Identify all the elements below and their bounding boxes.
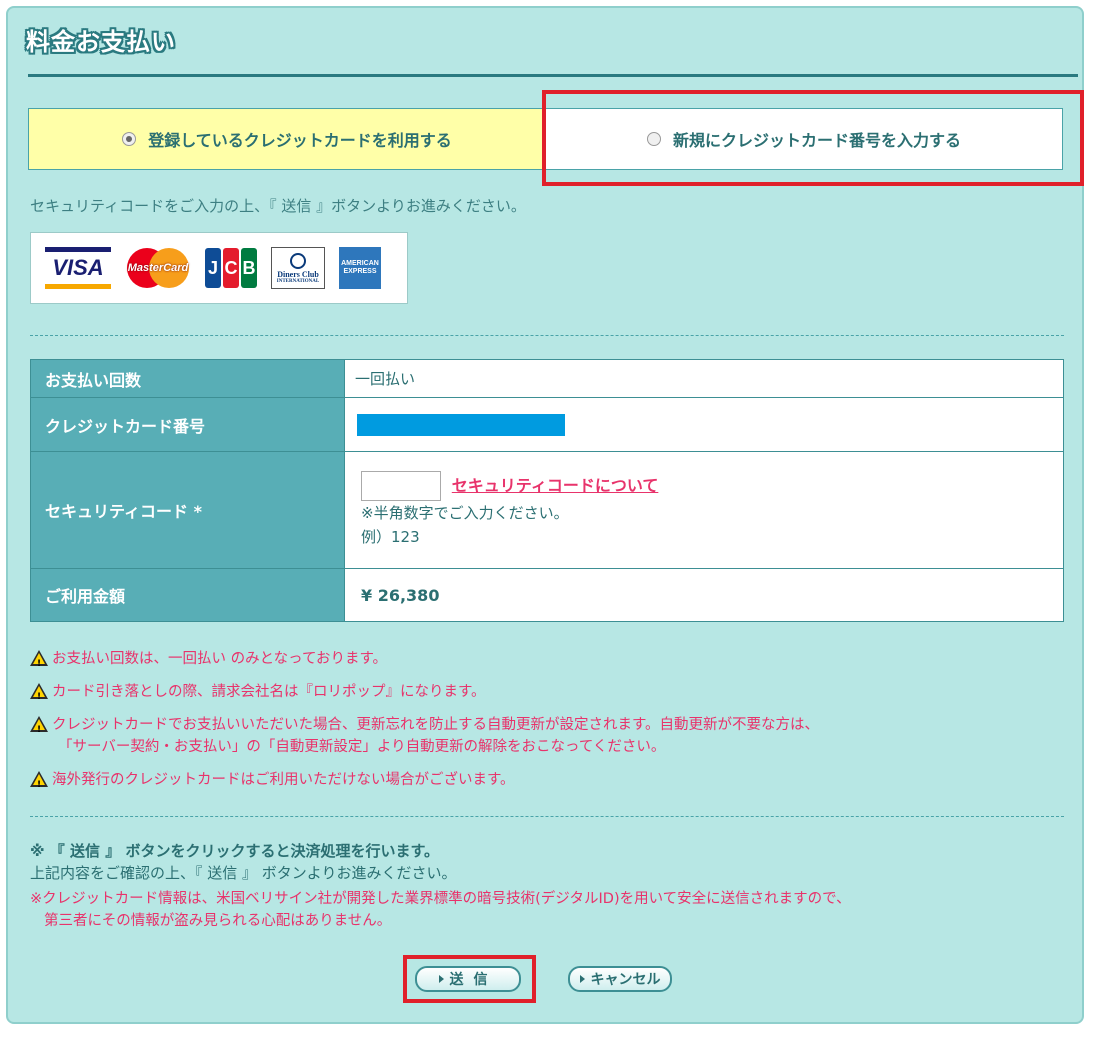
amount-cell: ¥ 26,380 xyxy=(344,568,1064,622)
submit-instruction: 上記内容をご確認の上、『 送信 』 ボタンよりお進みください。 xyxy=(30,864,457,882)
security-example: 例）123 xyxy=(361,528,420,546)
card-number-label: クレジットカード番号 xyxy=(30,397,345,452)
dashed-divider xyxy=(30,335,1064,336)
jcb-logo: J C B xyxy=(205,248,257,288)
note-auto-renew: クレジットカードでお支払いいただいた場合、更新忘れを防止する自動更新が設定されま… xyxy=(30,714,819,758)
intro-text: セキュリティコードをご入力の上、『 送信 』ボタンよりお進みください。 xyxy=(30,197,526,215)
page-title: 料金お支払い xyxy=(26,28,176,56)
arrow-right-icon xyxy=(579,975,585,983)
title-divider xyxy=(28,74,1078,77)
highlight-box-new-card xyxy=(542,90,1084,186)
radio-registered-card[interactable] xyxy=(122,132,137,146)
installments-label: お支払い回数 xyxy=(30,359,345,398)
notes-list: お支払い回数は、一回払い のみとなっております。 カード引き落としの際、請求会社… xyxy=(30,648,819,802)
jcb-letter: C xyxy=(223,248,239,288)
amex-logo: AMERICAN EXPRESS xyxy=(339,247,381,289)
diners-club-logo: Diners Club INTERNATIONAL xyxy=(271,247,325,289)
jcb-letter: B xyxy=(241,248,257,288)
tab-registered-card[interactable]: 登録しているクレジットカードを利用する xyxy=(29,109,546,169)
amount-label: ご利用金額 xyxy=(30,568,345,622)
security-code-help-link[interactable]: セキュリティコードについて xyxy=(452,476,659,495)
warning-icon xyxy=(30,771,48,796)
security-code-cell: セキュリティコードについて ※半角数字でご入力ください。 例）123 xyxy=(344,451,1064,569)
cancel-button[interactable]: キャンセル xyxy=(568,966,672,992)
security-hint: ※半角数字でご入力ください。 xyxy=(361,504,569,522)
submit-warning: ※ 『 送信 』 ボタンをクリックすると決済処理を行います。 xyxy=(30,842,439,860)
note-overseas-card: 海外発行のクレジットカードはご利用いただけない場合がございます。 xyxy=(30,769,819,796)
security-code-input[interactable] xyxy=(361,471,441,501)
amount-value: ¥ 26,380 xyxy=(361,585,440,605)
masked-card-number xyxy=(357,413,565,436)
payment-form-table: お支払い回数 一回払い クレジットカード番号 セキュリティコード * セキュリテ… xyxy=(30,359,1064,622)
card-number-value xyxy=(344,397,1064,452)
submit-info: ※ 『 送信 』 ボタンをクリックすると決済処理を行います。 上記内容をご確認の… xyxy=(30,840,851,932)
mastercard-logo: MasterCard xyxy=(125,248,191,288)
dashed-divider xyxy=(30,816,1064,817)
table-row: お支払い回数 一回払い xyxy=(30,359,1064,398)
highlight-box-send xyxy=(403,955,536,1003)
visa-logo: VISA xyxy=(45,247,111,289)
note-installments: お支払い回数は、一回払い のみとなっております。 xyxy=(30,648,819,675)
table-row: クレジットカード番号 xyxy=(30,397,1064,452)
security-code-label: セキュリティコード * xyxy=(30,451,345,569)
jcb-letter: J xyxy=(205,248,221,288)
table-row: ご利用金額 ¥ 26,380 xyxy=(30,568,1064,622)
security-notice: ※クレジットカード情報は、米国ベリサイン社が開発した業界標準の暗号技術(デジタル… xyxy=(30,891,851,929)
warning-icon xyxy=(30,650,48,675)
note-company-name: カード引き落としの際、請求会社名は『ロリポップ』になります。 xyxy=(30,681,819,708)
warning-icon xyxy=(30,716,48,741)
installments-value: 一回払い xyxy=(344,359,1064,398)
warning-icon xyxy=(30,683,48,708)
tab-registered-card-label: 登録しているクレジットカードを利用する xyxy=(148,131,452,150)
table-row: セキュリティコード * セキュリティコードについて ※半角数字でご入力ください。… xyxy=(30,451,1064,569)
card-brand-logos: VISA MasterCard J C B Diners Club INTERN… xyxy=(30,232,408,304)
